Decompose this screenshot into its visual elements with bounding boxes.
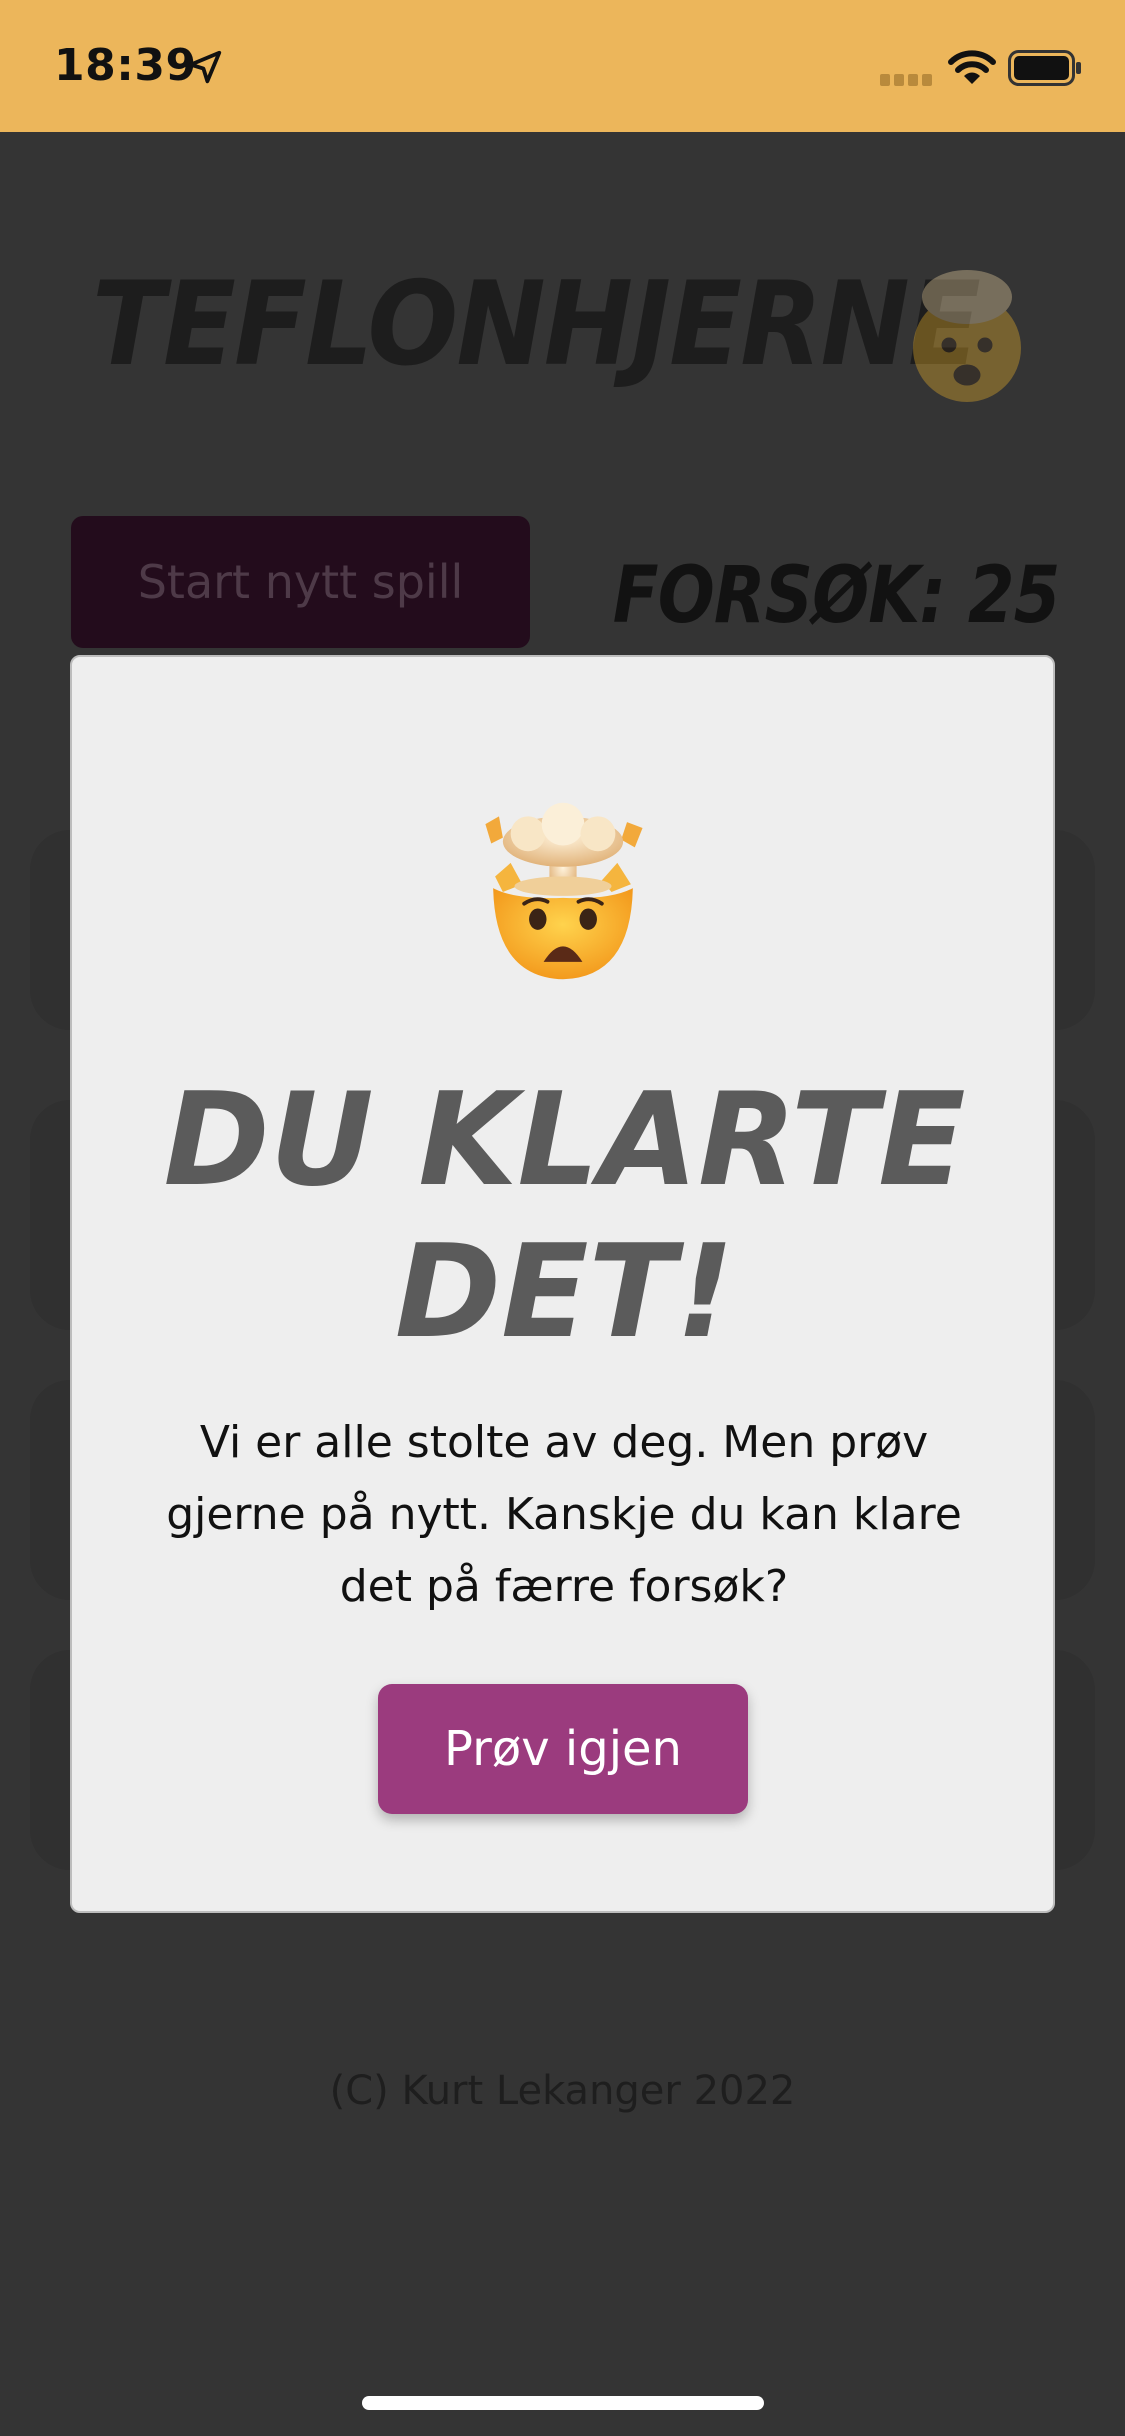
exploding-head-icon: [913, 270, 1021, 402]
location-icon: [188, 50, 222, 84]
app-title: TEFLONHJERNE: [92, 257, 981, 392]
home-indicator[interactable]: [362, 2396, 764, 2410]
exploding-head-icon: [485, 802, 643, 980]
modal-title-line1: DU KLARTE: [163, 1066, 966, 1215]
modal-message: Vi er alle stolte av deg. Men prøv gjern…: [166, 1417, 962, 1612]
retry-button[interactable]: Prøv igjen: [378, 1684, 748, 1814]
copyright-footer: (C) Kurt Lekanger 2022: [329, 2068, 796, 2114]
modal-title: DU KLARTE DET!: [72, 1065, 1057, 1369]
status-bar: 18:39: [0, 0, 1125, 132]
success-modal: DU KLARTE DET! Vi er alle stolte av deg.…: [70, 655, 1055, 1913]
modal-title-line2: DET!: [394, 1218, 735, 1367]
status-time: 18:39: [54, 40, 197, 91]
signal-icon: [880, 74, 932, 86]
battery-icon: [1008, 50, 1081, 86]
attempts-counter: FORSØK: 25: [612, 551, 1060, 641]
wifi-icon: [948, 50, 996, 84]
start-new-game-button[interactable]: Start nytt spill: [71, 516, 530, 648]
